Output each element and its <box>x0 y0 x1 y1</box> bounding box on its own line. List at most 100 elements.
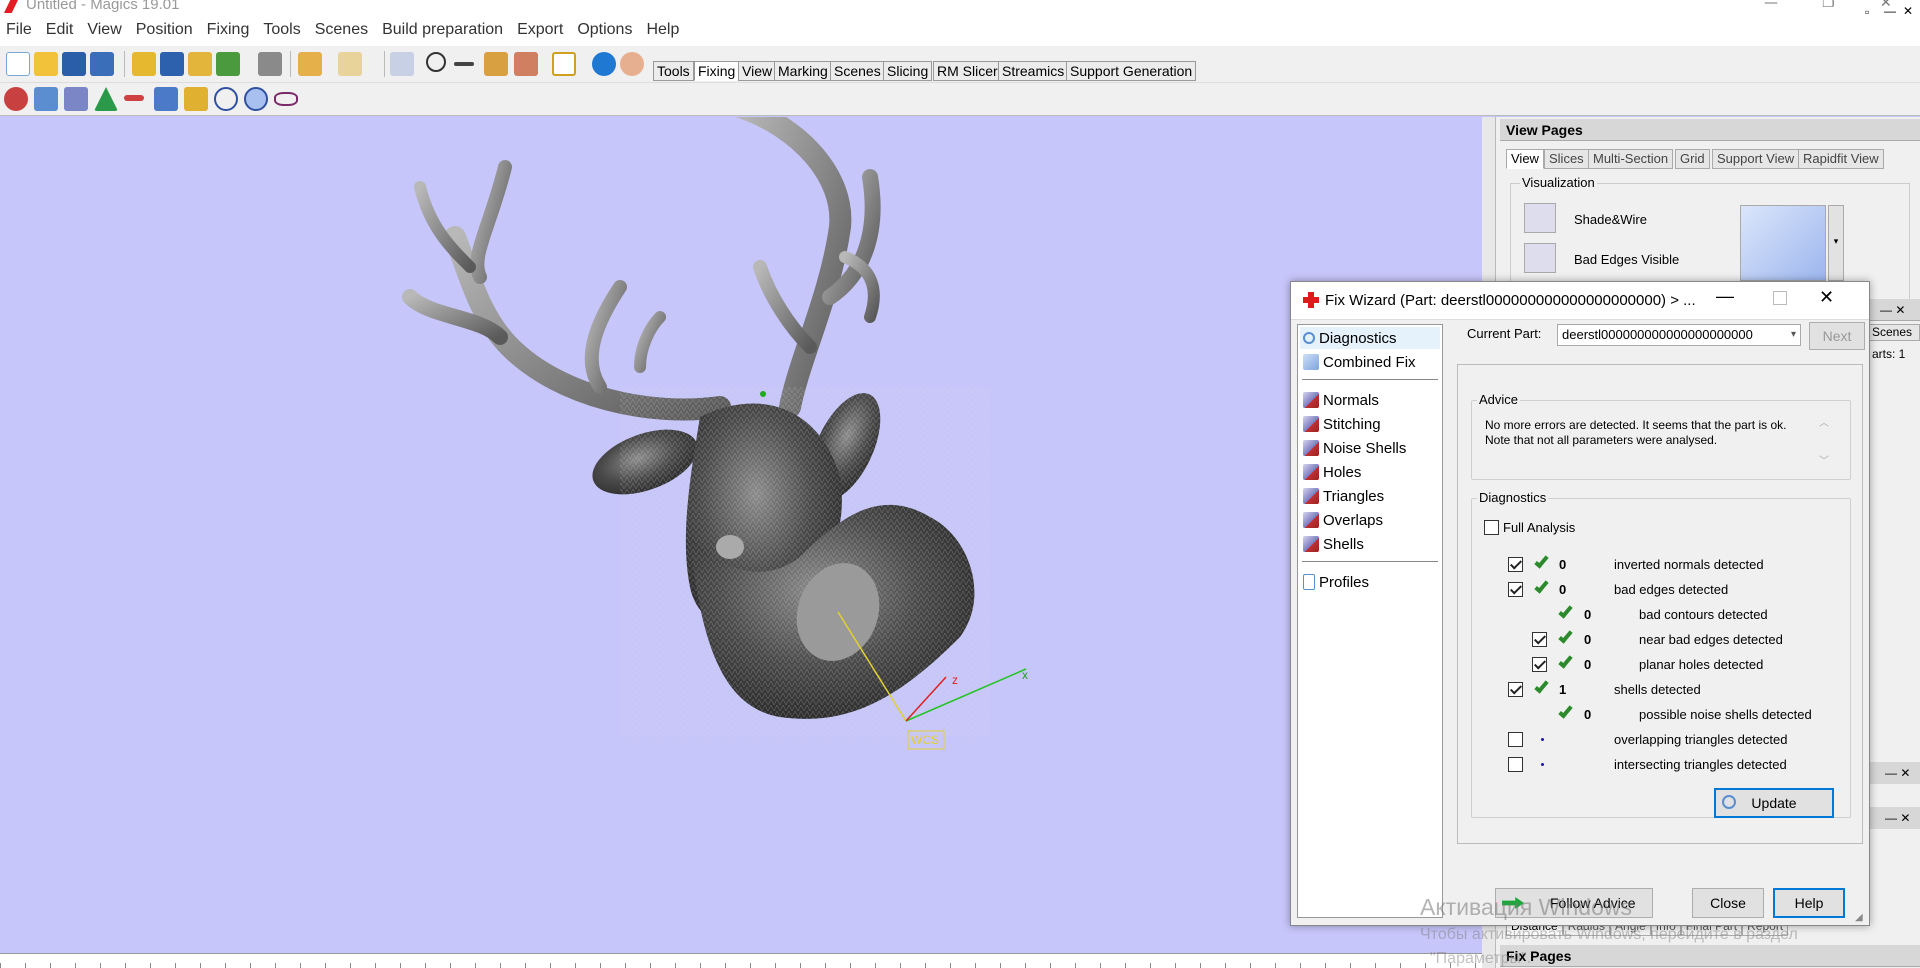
menu-file[interactable]: File <box>6 21 32 39</box>
triangle-icon[interactable] <box>94 87 118 111</box>
close-icon[interactable]: ✕ <box>1819 287 1834 308</box>
inverted-normals-count: 0 <box>1559 557 1567 572</box>
bad-edges-icon[interactable] <box>1524 243 1556 273</box>
nav-stitching[interactable]: Stitching <box>1303 414 1381 434</box>
tab-multi-section[interactable]: Multi-Section <box>1588 149 1674 169</box>
planar-holes-checkbox[interactable] <box>1532 657 1547 672</box>
restore-icon[interactable]: ❐ <box>1822 0 1835 11</box>
menu-view[interactable]: View <box>87 21 121 39</box>
tab-tools[interactable]: Tools <box>653 61 694 81</box>
tab-rapidfit-view[interactable]: Rapidfit View <box>1798 149 1884 169</box>
tab-streamics[interactable]: Streamics <box>998 61 1069 81</box>
tab-view[interactable]: View <box>1506 149 1544 169</box>
help-button[interactable]: Help <box>1773 888 1845 918</box>
side-panel-ctl[interactable]: — ✕ <box>1862 299 1920 321</box>
close-panel-icon[interactable]: ✕ <box>1903 4 1913 18</box>
shade-wire-icon[interactable] <box>1524 203 1556 233</box>
update-button[interactable]: Update <box>1714 788 1834 818</box>
import-icon[interactable] <box>188 52 212 76</box>
tab-view[interactable]: View <box>738 61 777 81</box>
nav-shells[interactable]: Shells <box>1303 534 1364 554</box>
nav-normals[interactable]: Normals <box>1303 390 1379 410</box>
3d-viewport[interactable]: x z WCS <box>0 117 1482 953</box>
zoom-icon[interactable] <box>484 52 508 76</box>
zoom-window-icon[interactable] <box>514 52 538 76</box>
pan-icon[interactable] <box>454 62 474 66</box>
unload-part-icon[interactable] <box>216 52 240 76</box>
menu-scenes[interactable]: Scenes <box>315 21 368 39</box>
menu-tools[interactable]: Tools <box>263 21 300 39</box>
tab-support-view[interactable]: Support View <box>1712 149 1800 169</box>
tab-marking[interactable]: Marking <box>774 61 832 81</box>
assistant-icon[interactable] <box>620 52 644 76</box>
sphere-filled-icon[interactable] <box>244 87 268 111</box>
scroll-up-icon[interactable]: ︿ <box>1819 414 1829 429</box>
save-icon[interactable] <box>62 52 86 76</box>
help-icon[interactable] <box>592 52 616 76</box>
sphere-icon[interactable] <box>214 87 238 111</box>
near-bad-edges-checkbox[interactable] <box>1532 632 1547 647</box>
nav-noise-shells[interactable]: Noise Shells <box>1303 438 1406 458</box>
minimize-icon[interactable]: — <box>1716 286 1734 307</box>
nav-overlaps[interactable]: Overlaps <box>1303 510 1383 530</box>
next-button[interactable]: Next <box>1809 322 1865 350</box>
full-analysis-checkbox[interactable] <box>1484 520 1499 535</box>
minimize-panel-icon[interactable]: — <box>1884 4 1896 18</box>
deer-head-model[interactable]: x z WCS <box>0 117 1482 953</box>
menu-build-preparation[interactable]: Build preparation <box>382 21 503 39</box>
link-icon[interactable] <box>274 92 298 106</box>
intersecting-triangles-checkbox[interactable] <box>1508 757 1523 772</box>
wand-icon[interactable] <box>184 87 208 111</box>
tab-slices[interactable]: Slices <box>1544 149 1589 169</box>
undo-icon[interactable] <box>298 52 322 76</box>
tab-rm-slicer[interactable]: RM Slicer <box>933 61 1002 81</box>
load-part-icon[interactable] <box>132 52 156 76</box>
print-icon[interactable] <box>258 52 282 76</box>
minimize-icon[interactable]: — <box>1764 0 1778 11</box>
maximize-icon[interactable] <box>1773 291 1787 305</box>
open-folder-icon[interactable] <box>34 52 58 76</box>
resize-grip-icon[interactable]: ◢ <box>1855 912 1863 923</box>
menu-options[interactable]: Options <box>577 21 632 39</box>
multi-cube-icon[interactable] <box>64 87 88 111</box>
pin-icon[interactable]: ▫ <box>1865 5 1869 19</box>
menu-fixing[interactable]: Fixing <box>207 21 250 39</box>
tab-support-generation[interactable]: Support Generation <box>1066 61 1197 81</box>
view-pages-title-text: View Pages <box>1506 122 1583 138</box>
overlapping-triangles-checkbox[interactable] <box>1508 732 1523 747</box>
new-file-icon[interactable] <box>6 52 30 76</box>
nav-diagnostics[interactable]: Diagnostics <box>1303 328 1397 348</box>
nav-triangles[interactable]: Triangles <box>1303 486 1384 506</box>
nav-combined-fix[interactable]: Combined Fix <box>1303 352 1416 372</box>
scroll-down-icon[interactable]: ﹀ <box>1819 452 1829 467</box>
nav-profiles[interactable]: Profiles <box>1303 572 1369 592</box>
add-part-icon[interactable] <box>4 87 28 111</box>
shells-checkbox[interactable] <box>1508 682 1523 697</box>
close-button[interactable]: Close <box>1692 888 1764 918</box>
save-as-icon[interactable] <box>90 52 114 76</box>
menu-position[interactable]: Position <box>136 21 193 39</box>
cube-icon[interactable] <box>34 87 58 111</box>
bad-edges-checkbox[interactable] <box>1508 582 1523 597</box>
redo-icon[interactable] <box>338 52 362 76</box>
tab-fixing[interactable]: Fixing <box>694 61 740 81</box>
inverted-normals-checkbox[interactable] <box>1508 557 1523 572</box>
tab-grid[interactable]: Grid <box>1675 149 1710 169</box>
scenes-tab[interactable]: Scenes <box>1868 324 1920 341</box>
tab-slicing[interactable]: Slicing <box>883 61 933 81</box>
select-icon[interactable] <box>390 52 414 76</box>
watermark-line2: Чтобы активировать Windows, перейдите в … <box>1420 926 1798 943</box>
nav-holes[interactable]: Holes <box>1303 462 1361 482</box>
menu-help[interactable]: Help <box>646 21 679 39</box>
menu-edit[interactable]: Edit <box>46 21 74 39</box>
current-part-select[interactable]: deerstl000000000000000000000 ▾ <box>1557 324 1801 346</box>
tab-scenes[interactable]: Scenes <box>830 61 885 81</box>
cut-icon[interactable] <box>124 95 144 101</box>
rotate-icon[interactable] <box>426 52 446 72</box>
save-part-icon[interactable] <box>160 52 184 76</box>
view-cube-icon[interactable] <box>1740 205 1826 281</box>
menu-export[interactable]: Export <box>517 21 563 39</box>
fix-icon[interactable] <box>154 87 178 111</box>
checklist-icon[interactable] <box>552 52 576 76</box>
view-dropdown-icon[interactable]: ▾ <box>1828 205 1844 281</box>
